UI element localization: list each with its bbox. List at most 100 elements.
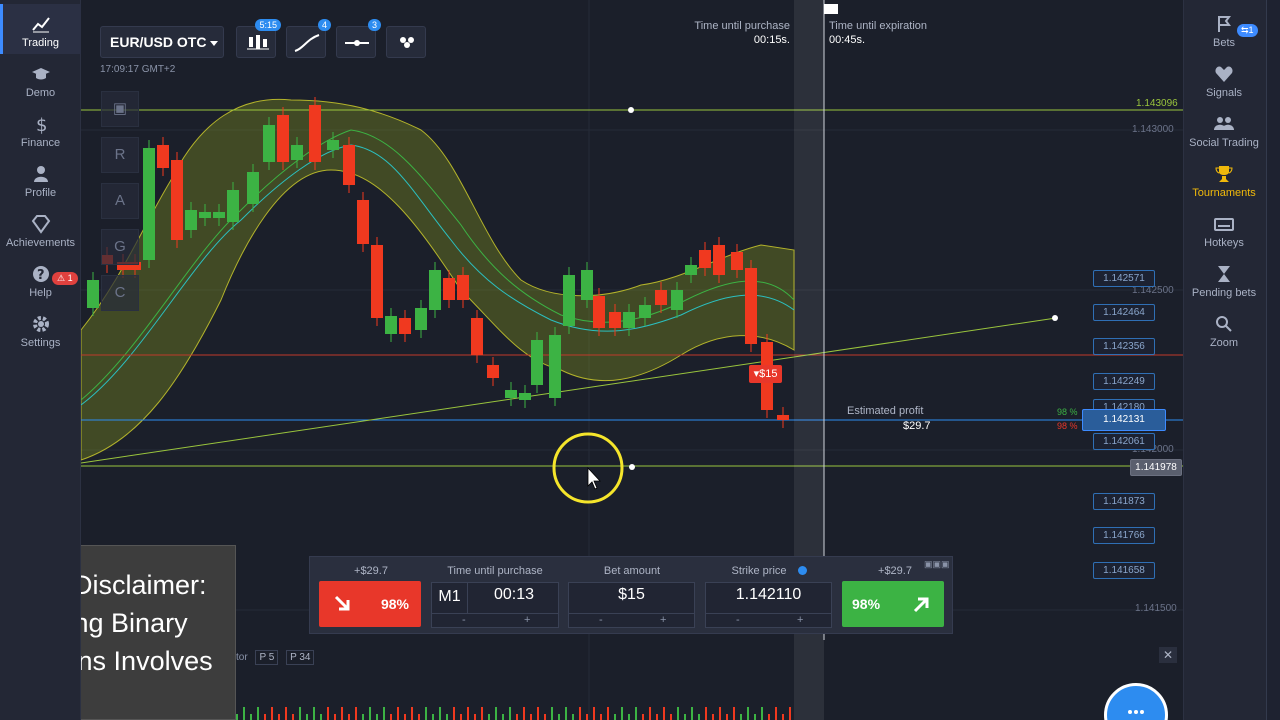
strike-minus-button[interactable]: -	[736, 614, 740, 626]
histogram-bar	[754, 714, 756, 720]
histogram-bar	[250, 714, 252, 720]
candle	[291, 145, 303, 160]
histogram-bar	[691, 707, 693, 720]
strike-field[interactable]: 1.142110 - +	[705, 582, 832, 628]
nav-label: Trading	[22, 37, 59, 49]
chart-line-icon	[31, 17, 50, 33]
indicator-bar: tor P 5 P 34	[236, 650, 315, 665]
price-level-box: 1.142356	[1093, 338, 1155, 355]
users-icon	[1214, 117, 1234, 130]
histogram-bar	[327, 707, 329, 720]
histogram-bar	[257, 707, 259, 720]
nav-tournaments[interactable]: Tournaments	[1184, 154, 1264, 204]
nav-trading[interactable]: Trading	[0, 4, 81, 54]
price-level-box: 1.142061	[1093, 433, 1155, 450]
indicator-param[interactable]: P 5	[255, 650, 279, 665]
chart-type-button[interactable]: 5:15	[236, 19, 281, 58]
histogram-bar	[551, 707, 553, 720]
histogram-bar	[572, 714, 574, 720]
gift-button[interactable]: ▣	[101, 91, 139, 127]
heart-pulse-icon	[1215, 66, 1233, 82]
expiration-timer: Time until expiration 00:45s.	[829, 20, 927, 46]
current-price: 1.142131	[1082, 409, 1166, 431]
purchase-timer-label: Time until purchase	[694, 20, 790, 32]
social-button[interactable]	[386, 26, 426, 58]
histogram-bar	[285, 707, 287, 720]
nav-finance[interactable]: $ Finance	[0, 104, 81, 154]
side-scroll-handle[interactable]	[1266, 0, 1280, 720]
nav-demo[interactable]: Demo	[0, 54, 81, 104]
mouse-cursor-icon	[587, 466, 601, 490]
nav-pending-bets[interactable]: Pending bets	[1184, 254, 1264, 304]
histogram-bar	[516, 714, 518, 720]
history-icon	[1218, 16, 1231, 32]
amount-plus-button[interactable]: +	[660, 614, 666, 626]
nav-zoom[interactable]: Zoom	[1184, 304, 1264, 354]
histogram-bar	[432, 714, 434, 720]
histogram-bar	[579, 707, 581, 720]
nav-label: Bets	[1212, 37, 1235, 49]
histogram-bar	[502, 714, 504, 720]
call-button[interactable]: 98%	[842, 581, 944, 627]
histogram-bar	[236, 714, 238, 720]
candle	[731, 252, 743, 270]
nav-profile[interactable]: Profile	[0, 154, 81, 204]
histogram-bar	[586, 714, 588, 720]
timeframe-select[interactable]: M1	[432, 583, 468, 613]
left-sidebar: Trading Demo $ Finance Profile Achieveme…	[0, 0, 81, 720]
histogram-bar	[299, 707, 301, 720]
tool-a-button[interactable]: A	[101, 183, 139, 219]
purchase-timer-value: 00:15s.	[753, 34, 790, 46]
expiration-flag-icon	[824, 4, 838, 14]
nav-label: Tournaments	[1192, 187, 1256, 199]
time-plus-button[interactable]: +	[524, 614, 530, 626]
drawings-button[interactable]: 4	[286, 19, 331, 58]
histogram-bar	[376, 714, 378, 720]
candle	[415, 308, 427, 330]
candle	[385, 316, 397, 334]
histogram-bar	[761, 707, 763, 720]
nav-achievements[interactable]: Achievements	[0, 204, 81, 254]
purchase-timer: Time until purchase 00:15s.	[691, 20, 790, 46]
nav-bets[interactable]: Bets ⇆1	[1184, 4, 1264, 54]
panel-settings-icon[interactable]: ▣▣▣	[924, 559, 950, 570]
strike-value[interactable]: 1.142110	[706, 586, 831, 604]
histogram-bar	[670, 714, 672, 720]
time-minus-button[interactable]: -	[462, 614, 466, 626]
candle	[171, 160, 183, 240]
histogram-bar	[684, 714, 686, 720]
nav-settings[interactable]: Settings	[0, 304, 81, 354]
time-value[interactable]: 00:13	[468, 586, 560, 604]
put-button[interactable]: 98%	[319, 581, 421, 627]
candle	[157, 145, 169, 168]
strike-toggle[interactable]	[798, 566, 807, 575]
nav-hotkeys[interactable]: Hotkeys	[1184, 204, 1264, 254]
candle	[699, 250, 711, 268]
histogram-bar	[355, 707, 357, 720]
tool-r-button[interactable]: R	[101, 137, 139, 173]
indicator-param[interactable]: P 34	[286, 650, 315, 665]
close-indicator-button[interactable]: ✕	[1159, 647, 1177, 663]
asset-name: EUR/USD OTC	[110, 34, 207, 50]
amount-minus-button[interactable]: -	[599, 614, 603, 626]
nav-signals[interactable]: Signals	[1184, 54, 1264, 104]
nav-help[interactable]: ? Help ⚠ 1	[0, 254, 81, 304]
tool-c-button[interactable]: C	[101, 275, 139, 311]
candle	[639, 305, 651, 318]
strike-plus-button[interactable]: +	[797, 614, 803, 626]
histogram-bar	[334, 714, 336, 720]
trade-marker[interactable]: ▾$15	[749, 365, 782, 383]
asset-selector[interactable]: EUR/USD OTC	[100, 26, 224, 58]
indicators-button[interactable]: 3	[336, 19, 381, 58]
amount-value[interactable]: $15	[569, 586, 694, 604]
tool-g-button[interactable]: G	[101, 229, 139, 265]
time-field[interactable]: M1 00:13 - +	[431, 582, 559, 628]
histogram-bar	[467, 707, 469, 720]
amount-field[interactable]: $15 - +	[568, 582, 695, 628]
diamond-icon	[31, 215, 50, 234]
chart-type-badge: 5:15	[255, 19, 281, 31]
nav-social-trading[interactable]: Social Trading	[1184, 104, 1264, 154]
nav-label: Settings	[20, 337, 61, 349]
histogram-bar	[607, 707, 609, 720]
histogram-bar	[446, 714, 448, 720]
